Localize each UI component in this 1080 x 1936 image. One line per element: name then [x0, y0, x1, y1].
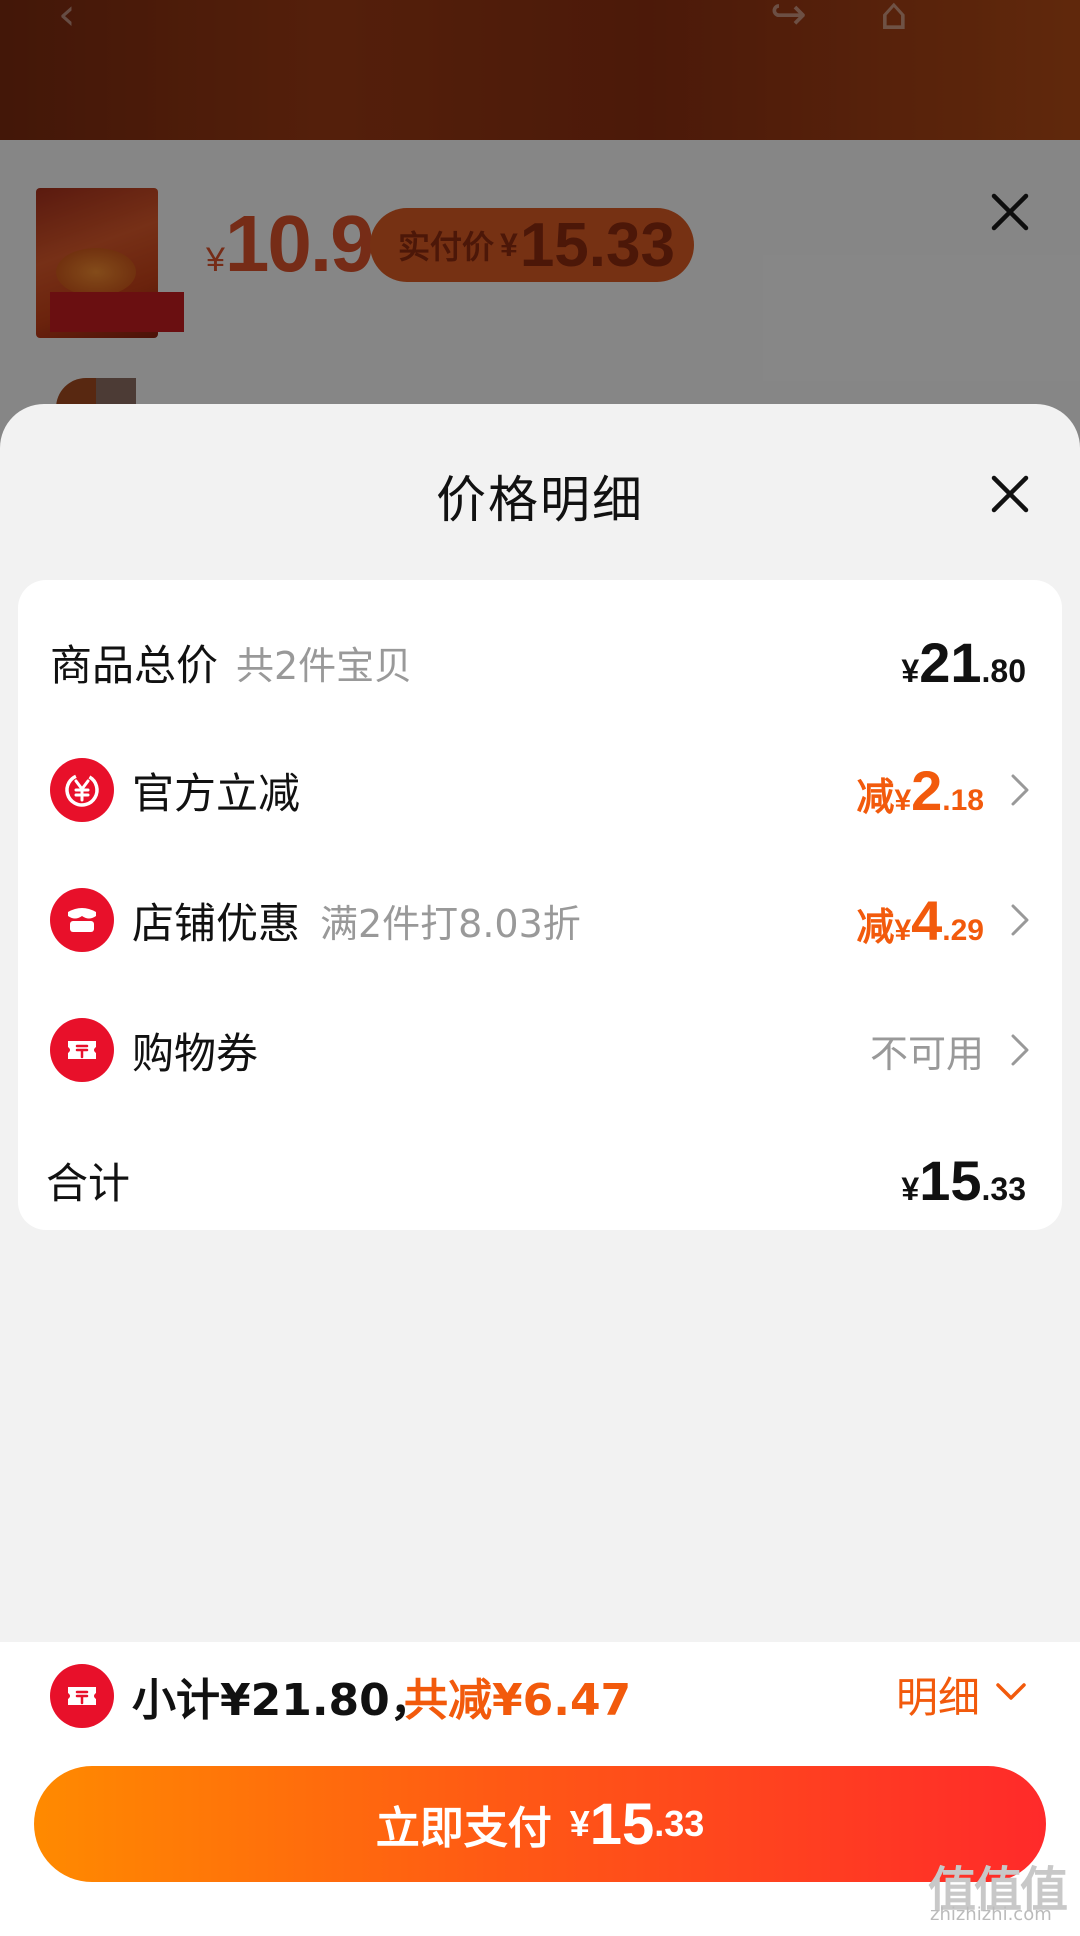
- row-official-discount[interactable]: 官方立减 减 ¥2.18: [18, 750, 1062, 830]
- price-detail-sheet: 价格明细 商品总价 共2件宝贝 ¥21.80 官方立减 减 ¥2.18 店铺优惠…: [0, 404, 1080, 1936]
- sheet-title: 价格明细: [436, 471, 644, 529]
- shop-discount-currency: ¥: [894, 913, 912, 947]
- total-price-int: 21: [919, 630, 982, 694]
- chevron-right-icon: [1011, 904, 1029, 936]
- sum-int: 15: [919, 1148, 982, 1212]
- shop-discount-rule: 满2件打8.03折: [320, 901, 581, 946]
- total-price-amount: ¥21.80: [901, 630, 1026, 695]
- ticket-icon: [50, 1018, 114, 1082]
- sum-dec: .33: [981, 1170, 1026, 1207]
- row-sum: 合计 ¥15.33: [18, 1140, 1062, 1220]
- total-price-label: 商品总价: [50, 640, 219, 690]
- store-icon: [50, 888, 114, 952]
- total-price-count: 共2件宝贝: [236, 643, 413, 688]
- checkout-bar: 小计¥21.80， 共减¥6.47 明细 立即支付 ¥15.33: [0, 1642, 1080, 1936]
- official-discount-label: 官方立减: [132, 768, 301, 818]
- shopping-voucher-status: 不可用: [869, 1031, 984, 1076]
- total-price-dec: .80: [981, 652, 1026, 689]
- pay-now-label: 立即支付: [375, 1803, 552, 1854]
- ticket-icon: [50, 1664, 114, 1728]
- chevron-right-icon: [1011, 774, 1029, 806]
- official-discount-int: 2: [911, 758, 943, 822]
- row-shop-discount[interactable]: 店铺优惠 满2件打8.03折 减 ¥4.29: [18, 880, 1062, 960]
- official-discount-amount: 减 ¥2.18: [856, 758, 984, 823]
- chevron-down-icon[interactable]: [994, 1680, 1028, 1704]
- pay-now-int: 15: [589, 1791, 655, 1857]
- watermark: 值值值 zhizhizhi.com: [928, 1850, 1068, 1925]
- detail-toggle[interactable]: 明细: [896, 1664, 980, 1725]
- pay-now-currency: ¥: [569, 1803, 590, 1844]
- total-saved-text: 共减¥6.47: [404, 1675, 632, 1726]
- shop-discount-int: 4: [911, 888, 943, 952]
- close-icon[interactable]: [986, 470, 1034, 518]
- pay-now-dec: .33: [654, 1803, 705, 1844]
- sum-label: 合计: [46, 1158, 131, 1208]
- row-total-price: 商品总价 共2件宝贝 ¥21.80: [18, 622, 1062, 702]
- yuan-coupon-icon: [50, 758, 114, 822]
- shop-discount-dec: .29: [942, 913, 984, 947]
- official-discount-dec: .18: [942, 783, 984, 817]
- sum-amount: ¥15.33: [901, 1148, 1026, 1213]
- pay-now-button[interactable]: 立即支付 ¥15.33: [34, 1766, 1046, 1882]
- shopping-voucher-label: 购物券: [132, 1028, 259, 1078]
- shop-discount-label: 店铺优惠: [132, 898, 301, 948]
- total-price-currency: ¥: [901, 652, 920, 689]
- subtotal-text: 小计¥21.80，: [132, 1675, 434, 1726]
- watermark-site: zhizhizhi.com: [930, 1904, 1052, 1925]
- sum-currency: ¥: [901, 1170, 920, 1207]
- price-detail-card: 商品总价 共2件宝贝 ¥21.80 官方立减 减 ¥2.18 店铺优惠 满2件打…: [18, 580, 1062, 1230]
- shop-discount-prefix: 减: [856, 904, 895, 949]
- row-shopping-voucher[interactable]: 购物券 不可用: [18, 1010, 1062, 1090]
- chevron-right-icon: [1011, 1034, 1029, 1066]
- official-discount-currency: ¥: [894, 783, 912, 817]
- official-discount-prefix: 减: [856, 774, 895, 819]
- shop-discount-amount: 减 ¥4.29: [856, 888, 984, 953]
